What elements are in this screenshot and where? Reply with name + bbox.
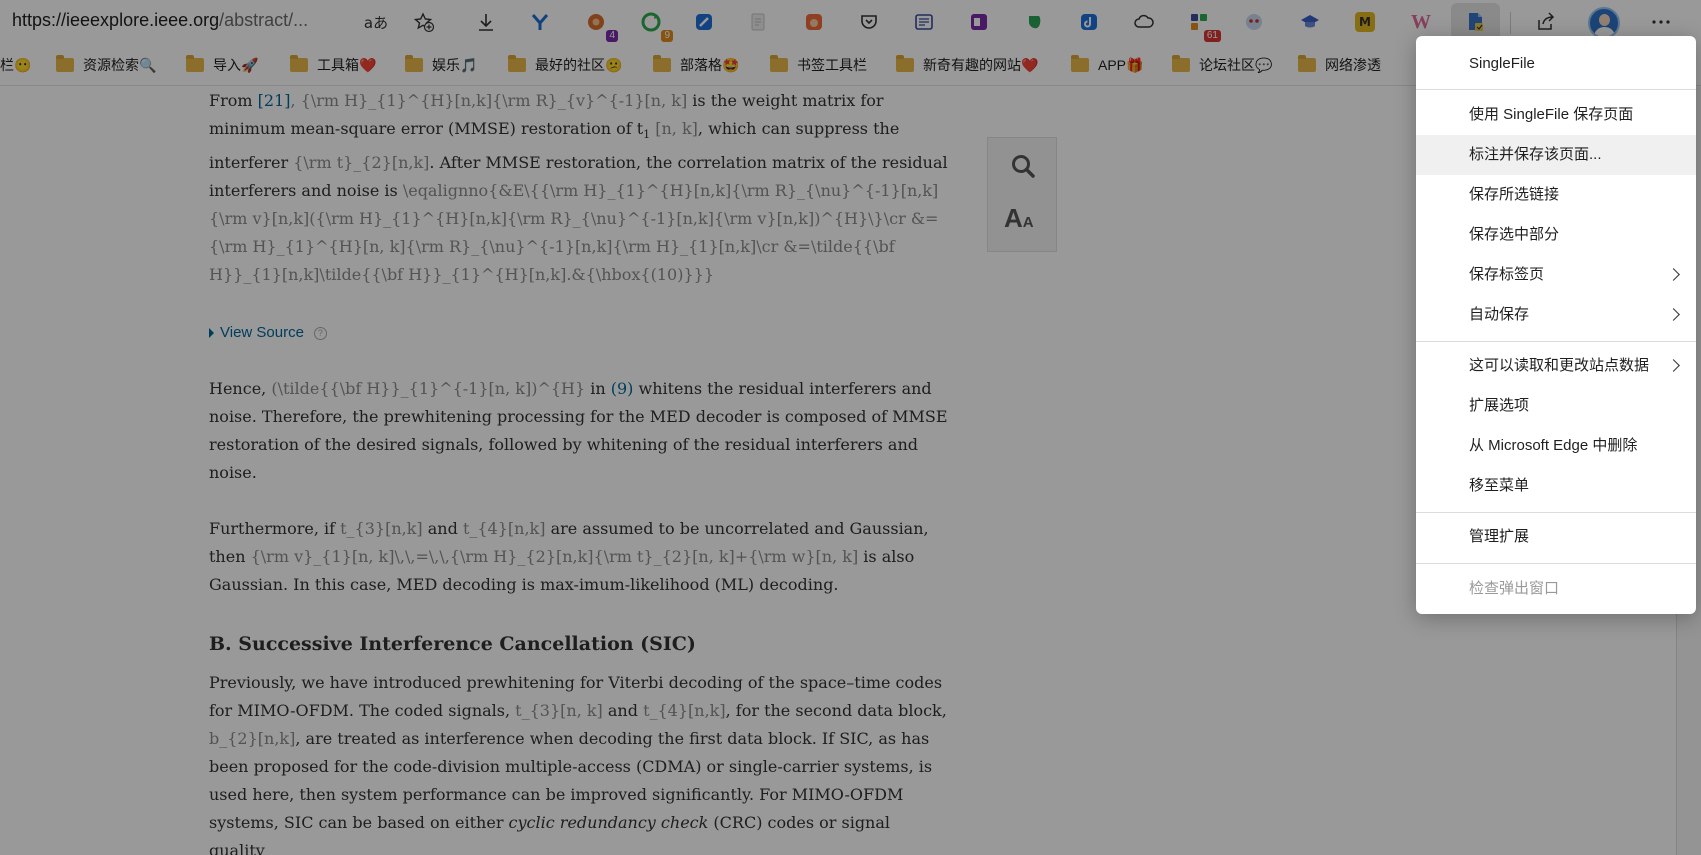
menu-header-singlefile: SingleFile xyxy=(1469,55,1535,72)
menu-item-label: 保存标签页 xyxy=(1469,266,1545,283)
menu-separator xyxy=(1416,563,1696,564)
menu-item-move-to-menu[interactable]: 移至菜单 xyxy=(1416,466,1696,506)
menu-item-auto-save[interactable]: 自动保存 xyxy=(1416,295,1696,335)
menu-separator xyxy=(1416,89,1696,90)
menu-item-label: 这可以读取和更改站点数据 xyxy=(1469,357,1650,374)
chevron-right-icon xyxy=(1667,308,1680,321)
menu-item-inspect-popup: 检查弹出窗口 xyxy=(1469,580,1560,597)
menu-item-extension-options[interactable]: 扩展选项 xyxy=(1416,386,1696,426)
menu-item-save-tabs[interactable]: 保存标签页 xyxy=(1416,255,1696,295)
menu-item-save-links[interactable]: 保存所选链接 xyxy=(1416,175,1696,215)
chevron-right-icon xyxy=(1667,359,1680,372)
menu-item-annotate-save[interactable]: 标注并保存该页面... xyxy=(1416,135,1696,175)
extension-context-menu: SingleFile 使用 SingleFile 保存页面 标注并保存该页面..… xyxy=(1416,36,1696,614)
chevron-right-icon xyxy=(1667,268,1680,281)
menu-item-save-page[interactable]: 使用 SingleFile 保存页面 xyxy=(1416,95,1696,135)
menu-separator xyxy=(1416,341,1696,342)
menu-item-manage-extensions[interactable]: 管理扩展 xyxy=(1416,517,1696,557)
menu-item-remove-extension[interactable]: 从 Microsoft Edge 中删除 xyxy=(1416,426,1696,466)
menu-separator xyxy=(1416,512,1696,513)
menu-item-label: 自动保存 xyxy=(1469,306,1530,323)
menu-item-save-selection[interactable]: 保存选中部分 xyxy=(1416,215,1696,255)
menu-item-site-data[interactable]: 这可以读取和更改站点数据 xyxy=(1416,346,1696,386)
